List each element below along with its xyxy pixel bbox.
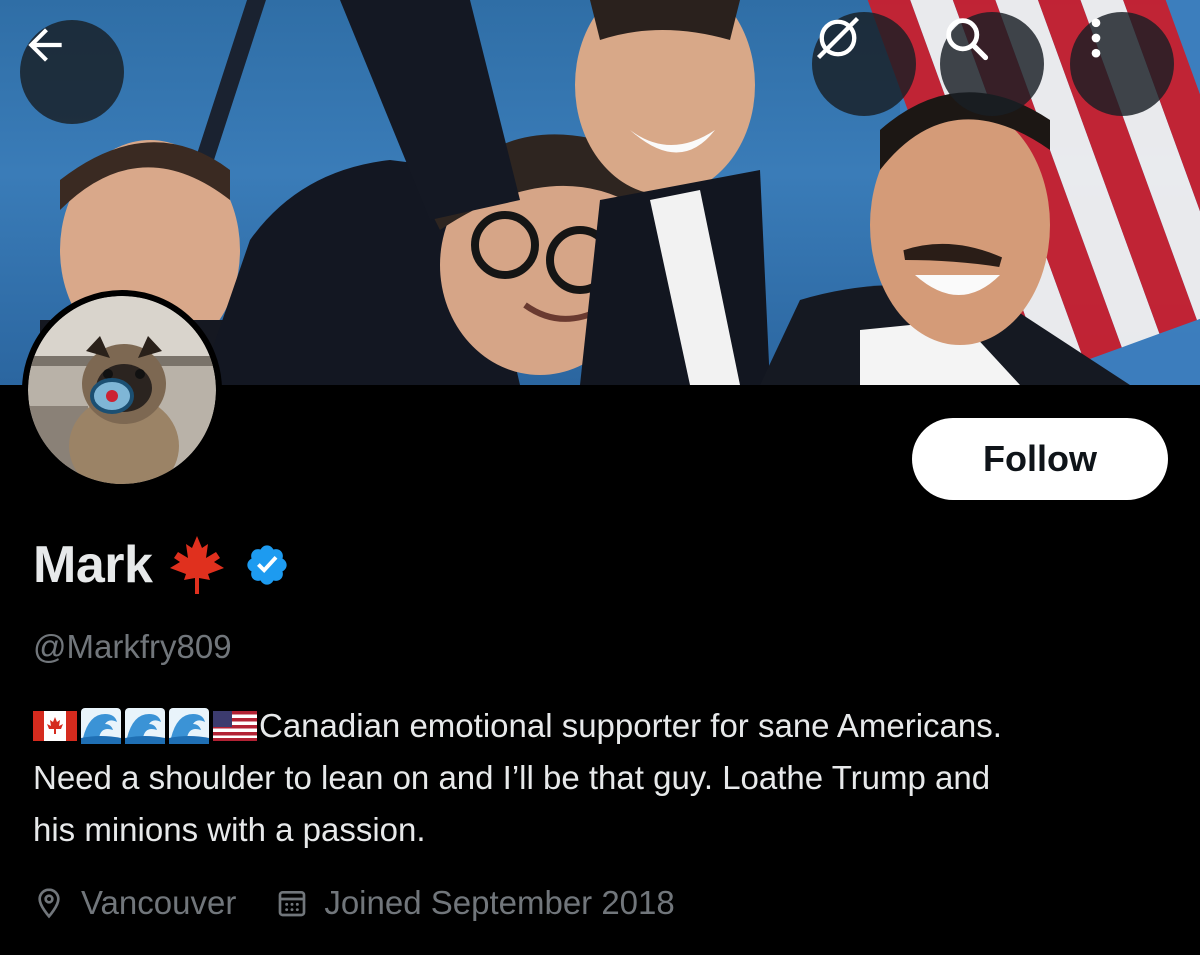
calendar-icon (278, 891, 306, 917)
flag-canada-icon (33, 711, 77, 741)
profile-page: Follow Mark @Markfry809 Canadian emotion… (0, 0, 1200, 955)
joined-text: Joined September 2018 (324, 884, 675, 921)
water-wave-icon (169, 708, 209, 744)
bio-text-line-3: his minions with a passion. (33, 811, 426, 848)
profile-meta: Vancouver Joined September 2018 (33, 884, 715, 922)
profile-handle: @Markfry809 (33, 628, 232, 665)
back-button[interactable] (20, 20, 124, 124)
location-text: Vancouver (81, 884, 237, 921)
avatar-image (28, 296, 216, 484)
maple-leaf-icon (170, 536, 225, 594)
bio-text-line-2: Need a shoulder to lean on and I’ll be t… (33, 759, 991, 796)
water-wave-icon (125, 708, 165, 744)
location-item: Vancouver (33, 884, 236, 922)
profile-name-row: Mark (33, 530, 290, 600)
joined-item: Joined September 2018 (276, 884, 675, 922)
search-button[interactable] (940, 12, 1044, 116)
more-options-button[interactable] (1070, 12, 1174, 116)
location-pin-icon (38, 888, 60, 919)
search-icon (946, 18, 989, 61)
profile-bio: Canadian emotional supporter for sane Am… (33, 700, 1173, 856)
bio-text-line-1: Canadian emotional supporter for sane Am… (259, 707, 1002, 744)
grok-button[interactable] (812, 12, 916, 116)
water-wave-icon (81, 708, 121, 744)
profile-avatar[interactable] (22, 290, 222, 490)
flag-usa-icon (213, 711, 257, 741)
bio-line-1: Canadian emotional supporter for sane Am… (33, 700, 1173, 752)
more-vertical-icon (1091, 18, 1101, 58)
bio-emoji-row (33, 708, 257, 744)
grok-icon (816, 16, 860, 60)
verified-badge-icon[interactable] (244, 542, 290, 588)
arrow-left-icon (28, 28, 62, 62)
display-name: Mark (33, 536, 153, 594)
follow-button[interactable]: Follow (912, 418, 1168, 500)
